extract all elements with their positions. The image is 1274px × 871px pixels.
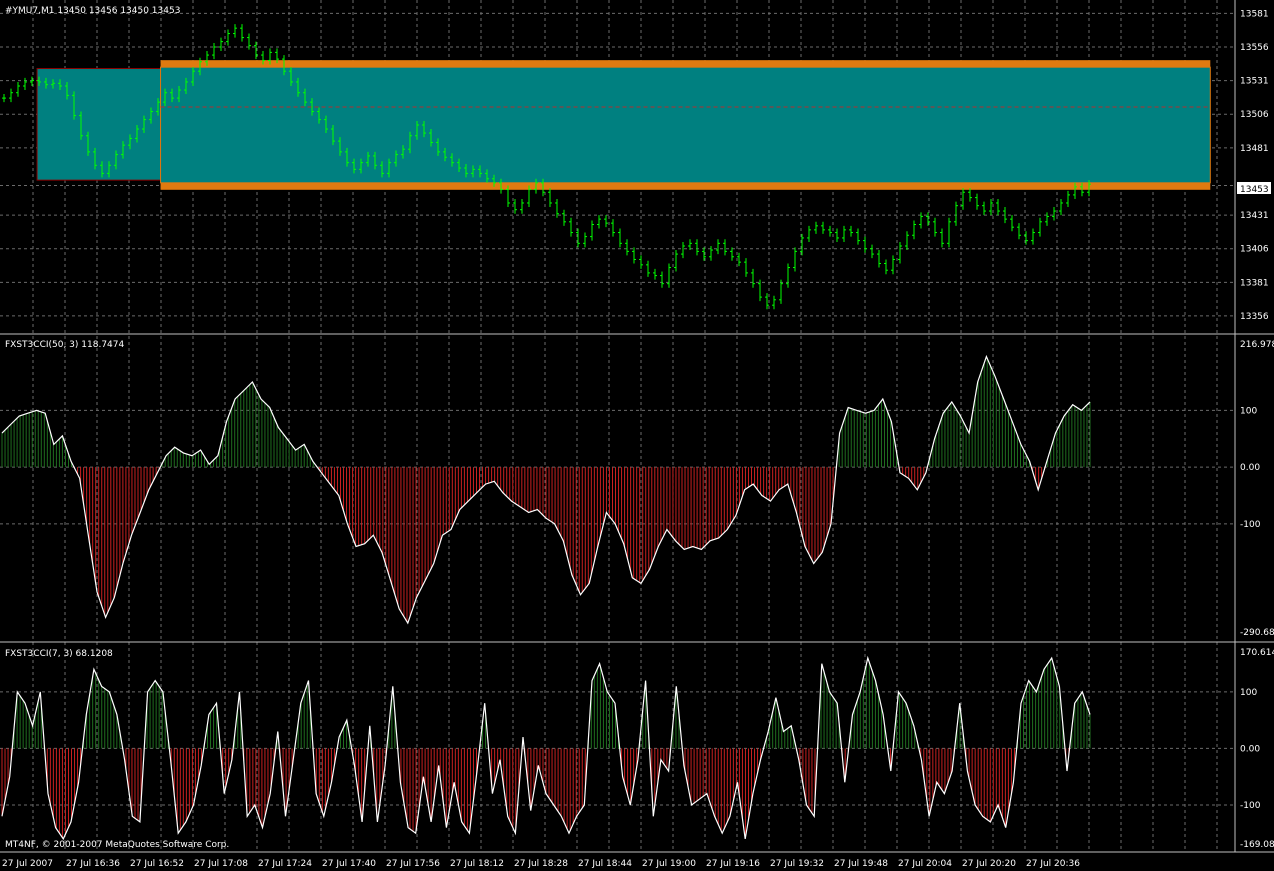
indicator-tick-label: -290.683	[1240, 628, 1274, 638]
price-tick-label: 13531	[1240, 77, 1269, 87]
support-resistance-zone	[160, 66, 1211, 184]
price-tick-label: 13506	[1240, 110, 1269, 120]
zone-top-border	[160, 60, 1211, 68]
time-tick-label: 27 Jul 17:56	[386, 859, 440, 869]
time-axis: 27 Jul 2007 27 Jul 16:36 27 Jul 16:52 27 Ju…	[2, 859, 1080, 869]
indicator-tick-label: 100	[1240, 406, 1257, 416]
current-price-tag: 13453	[1240, 185, 1269, 195]
time-tick-label: 27 Jul 20:36	[1026, 859, 1080, 869]
price-tick-label: 13406	[1240, 245, 1269, 255]
price-tick-label: 13581	[1240, 9, 1269, 19]
indicator-tick-label: 0.00	[1240, 463, 1260, 473]
time-tick-label: 27 Jul 20:04	[898, 859, 952, 869]
price-tick-label: 13556	[1240, 43, 1269, 53]
indicator-tick-label: 100	[1240, 688, 1257, 698]
trading-chart: 13581 13556 13531 13506 13481 13453 13431 13406…	[0, 0, 1274, 871]
time-tick-label: 27 Jul 17:40	[322, 859, 376, 869]
price-tick-label: 13431	[1240, 211, 1269, 221]
time-tick-label: 27 Jul 19:16	[706, 859, 760, 869]
time-tick-label: 27 Jul 16:36	[66, 859, 120, 869]
time-tick-label: 27 Jul 17:08	[194, 859, 248, 869]
symbol-header: #YMU7,M1 13450 13456 13450 13453	[5, 6, 180, 16]
time-tick-label: 27 Jul 17:24	[258, 859, 312, 869]
price-tick-label: 13356	[1240, 312, 1269, 322]
price-tick-label: 13381	[1240, 278, 1269, 288]
indicator-tick-label: 216.9783	[1240, 340, 1274, 350]
indicator-tick-label: 170.6142	[1240, 648, 1274, 658]
time-tick-label: 27 Jul 18:44	[578, 859, 632, 869]
time-tick-label: 27 Jul 16:52	[130, 859, 184, 869]
indicator-tick-label: -100	[1240, 801, 1261, 811]
time-tick-label: 27 Jul 20:20	[962, 859, 1016, 869]
time-tick-label: 27 Jul 19:48	[834, 859, 888, 869]
cci-7-title: FXST3CCI(7, 3) 68.1208	[5, 649, 113, 659]
time-tick-label: 27 Jul 19:00	[642, 859, 696, 869]
indicator-tick-label: -100	[1240, 520, 1261, 530]
time-tick-label: 27 Jul 18:28	[514, 859, 568, 869]
indicator-tick-label: 0.00	[1240, 744, 1260, 754]
copyright-text: MT4NF, © 2001-2007 MetaQuotes Software C…	[5, 840, 229, 850]
time-tick-label: 27 Jul 2007	[2, 859, 53, 869]
time-tick-label: 27 Jul 19:32	[770, 859, 824, 869]
zone-bottom-border	[160, 182, 1211, 190]
price-tick-label: 13481	[1240, 144, 1269, 154]
support-resistance-zone	[36, 68, 162, 181]
time-tick-label: 27 Jul 18:12	[450, 859, 504, 869]
indicator-tick-label: -169.084	[1240, 840, 1274, 850]
cci-50-title: FXST3CCI(50, 3) 118.7474	[5, 340, 125, 350]
